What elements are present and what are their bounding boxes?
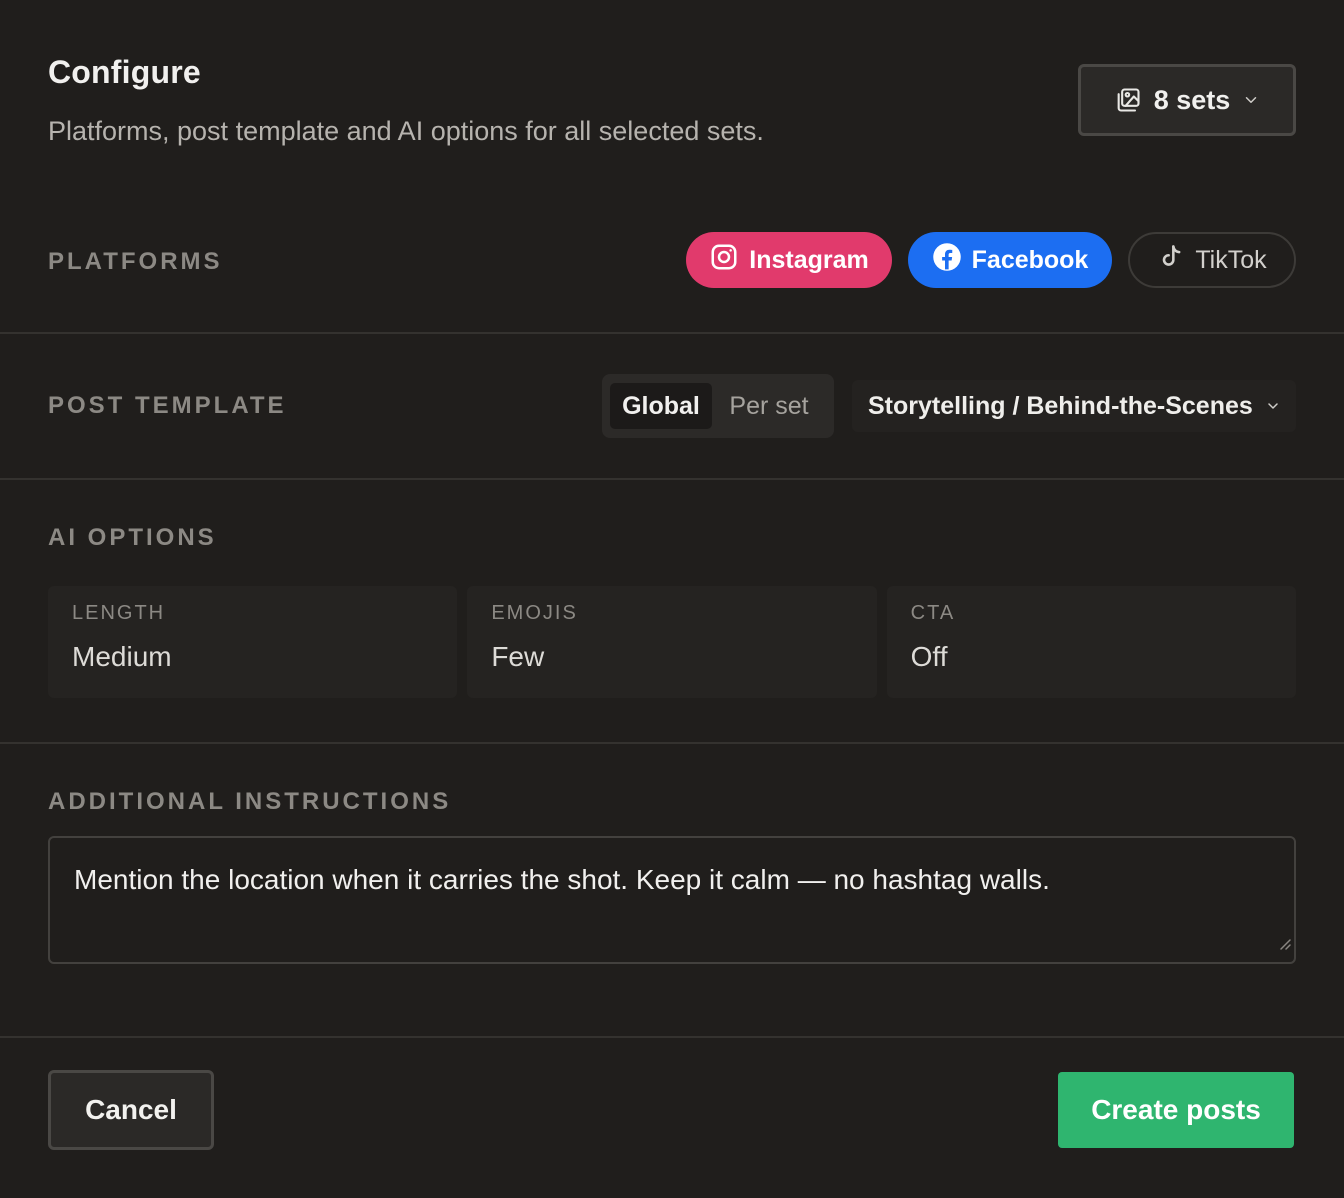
template-scope-toggle: Global Per set (602, 374, 834, 438)
textarea-value: Mention the location when it carries the… (74, 864, 1050, 895)
ai-option-value: Few (491, 641, 545, 672)
divider (0, 742, 1344, 744)
divider (0, 1036, 1344, 1038)
dialog-header: Configure Platforms, post template and A… (48, 54, 1296, 154)
additional-instructions-textarea[interactable]: Mention the location when it carries the… (48, 836, 1296, 964)
post-template-section-label: POST TEMPLATE (48, 392, 287, 419)
ai-options-section-label: AI OPTIONS (48, 524, 217, 551)
tiktok-icon (1157, 242, 1185, 279)
platform-label: TikTok (1195, 245, 1267, 274)
page-subtitle: Platforms, post template and AI options … (48, 116, 764, 146)
divider (0, 478, 1344, 480)
scope-option-global[interactable]: Global (610, 383, 712, 429)
ai-option-key: EMOJIS (491, 602, 578, 624)
ai-options-grid: LENGTH Medium EMOJIS Few CTA Off (48, 586, 1296, 698)
ai-option-key: CTA (910, 602, 956, 624)
sets-dropdown-button[interactable]: 8 sets (1078, 64, 1296, 136)
resize-handle-icon[interactable] (1277, 923, 1291, 959)
divider (0, 332, 1344, 334)
image-stack-icon (1114, 86, 1142, 114)
platform-label: Facebook (971, 245, 1089, 274)
ai-option-emojis[interactable]: EMOJIS Few (467, 586, 877, 698)
ai-option-value: Off (910, 641, 948, 672)
chevron-down-icon (1265, 392, 1281, 421)
additional-instructions-section-label: ADDITIONAL INSTRUCTIONS (48, 788, 452, 815)
ai-option-key: LENGTH (72, 602, 166, 624)
facebook-icon (932, 242, 962, 279)
ai-option-value: Medium (72, 641, 172, 672)
platform-toggle-facebook[interactable]: Facebook (908, 232, 1112, 288)
page-title: Configure (48, 54, 201, 90)
platform-label: Instagram (749, 245, 869, 274)
chevron-down-icon (1242, 91, 1260, 109)
sets-count-label: 8 sets (1153, 84, 1231, 115)
ai-option-cta[interactable]: CTA Off (886, 586, 1296, 698)
platforms-section-label: PLATFORMS (48, 248, 223, 275)
template-select[interactable]: Storytelling / Behind-the-Scenes (852, 380, 1296, 432)
instagram-icon (709, 242, 739, 279)
create-posts-button[interactable]: Create posts (1058, 1072, 1294, 1148)
cancel-button[interactable]: Cancel (48, 1070, 214, 1150)
template-select-value: Storytelling / Behind-the-Scenes (868, 391, 1253, 420)
scope-option-per-set[interactable]: Per set (712, 383, 826, 429)
platform-toggle-instagram[interactable]: Instagram (686, 232, 892, 288)
platform-toggle-tiktok[interactable]: TikTok (1128, 232, 1296, 288)
ai-option-length[interactable]: LENGTH Medium (48, 586, 458, 698)
